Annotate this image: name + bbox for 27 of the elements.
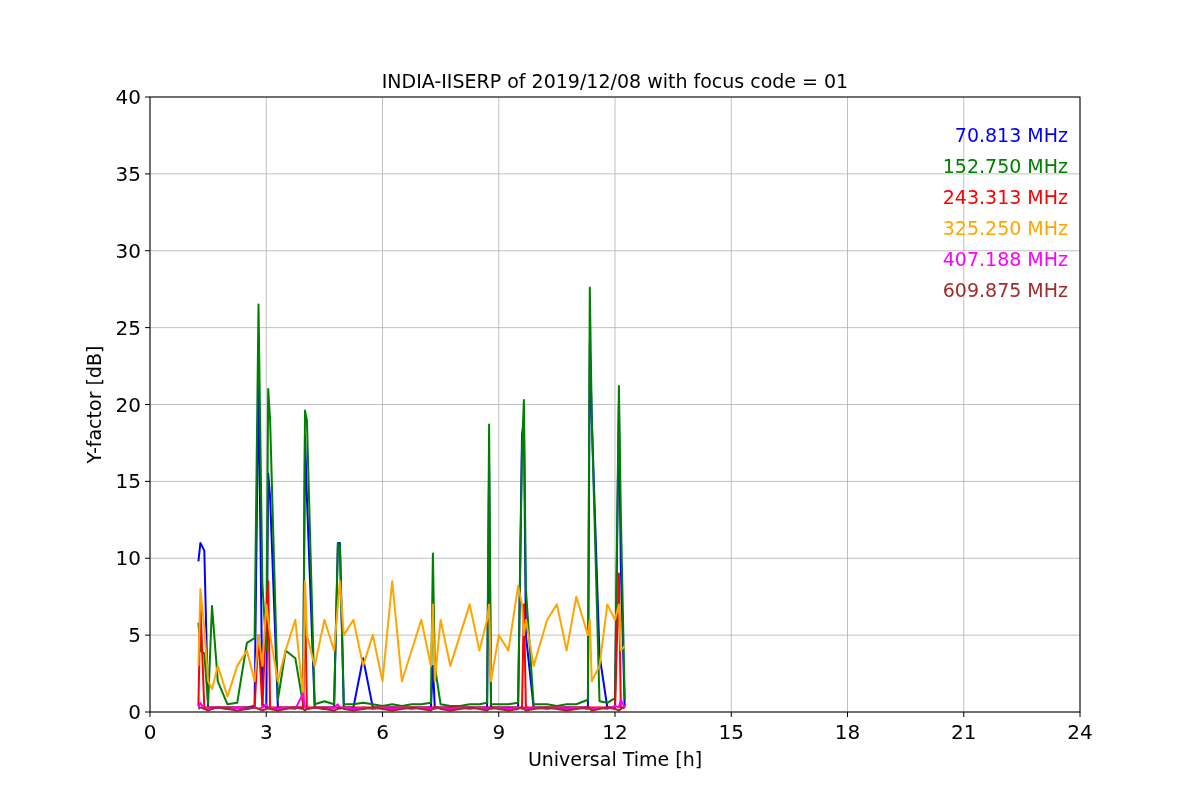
legend-entry: 70.813 MHz [954, 124, 1068, 146]
legend-entry: 609.875 MHz [942, 279, 1068, 301]
y-tick-label: 40 [115, 85, 141, 109]
y-tick-label: 0 [128, 700, 141, 724]
legend-entry: 325.250 MHz [942, 217, 1068, 239]
legend-entry: 243.313 MHz [942, 186, 1068, 208]
y-tick-label: 10 [115, 546, 141, 571]
y-tick-label: 25 [115, 315, 141, 340]
chart-title: INDIA-IISERP of 2019/12/08 with focus code = 01 [381, 70, 849, 92]
x-tick-label: 18 [834, 720, 861, 744]
x-tick-label: 21 [951, 720, 977, 744]
y-tick-label: 30 [115, 238, 141, 263]
legend-entry: 152.750 MHz [942, 155, 1068, 177]
x-axis-label: Universal Time [h] [527, 748, 703, 770]
x-tick-label: 9 [492, 720, 506, 744]
x-tick-label: 0 [143, 720, 157, 744]
x-tick-label: 3 [259, 720, 273, 744]
x-tick-label: 12 [602, 720, 628, 744]
y-tick-label: 20 [115, 392, 141, 417]
x-tick-label: 15 [718, 720, 744, 744]
y-tick-label: 15 [115, 469, 141, 494]
y-tick-label: 5 [128, 623, 141, 648]
y-tick-label: 35 [115, 161, 141, 186]
x-tick-label: 6 [376, 720, 389, 744]
x-tick-label: 24 [1067, 720, 1093, 744]
y-axis-label: Y-factor [dB] [83, 345, 105, 464]
legend-entry: 407.188 MHz [942, 248, 1068, 270]
